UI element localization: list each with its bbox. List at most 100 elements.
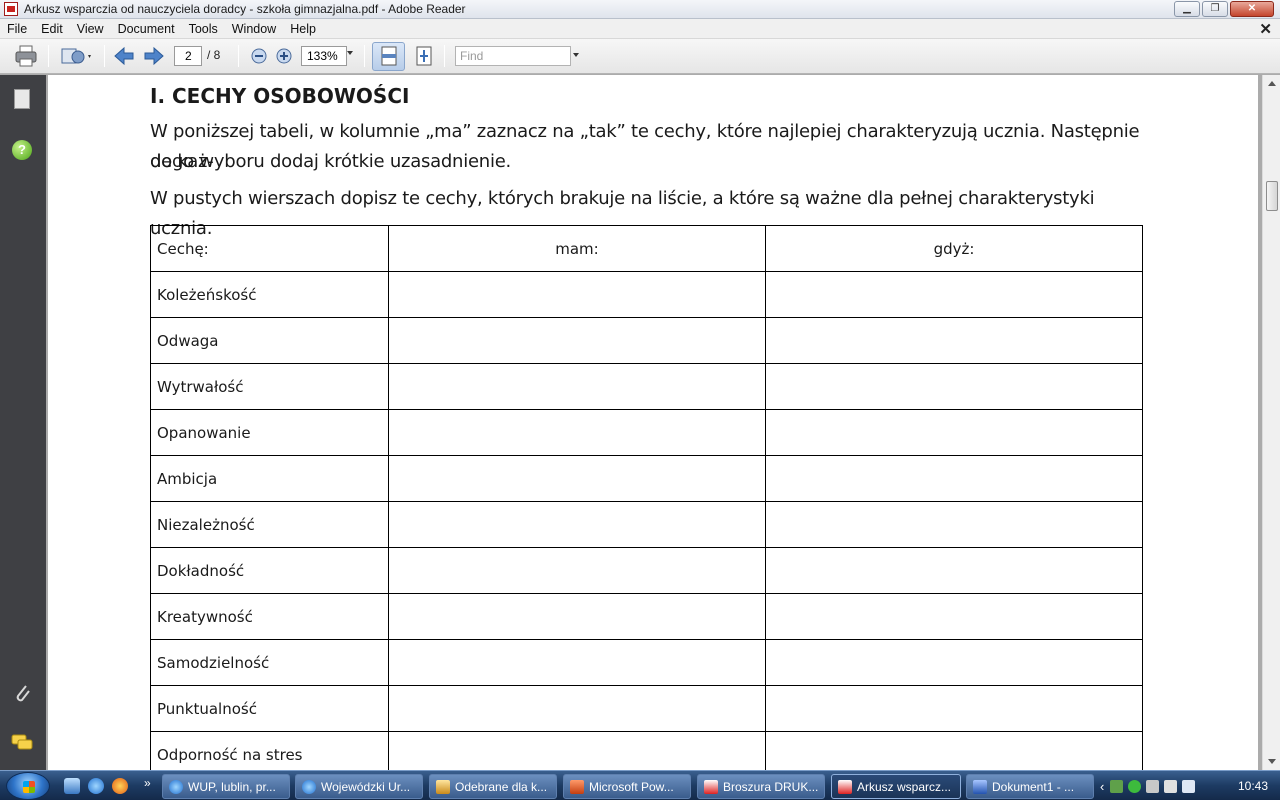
- table-row: Punktualność: [151, 686, 1143, 732]
- table-row: Koleżeńskość: [151, 272, 1143, 318]
- attachment-icon[interactable]: [10, 681, 34, 705]
- table-row: Samodzielność: [151, 640, 1143, 686]
- task-label: Wojewódzki Ur...: [321, 779, 411, 794]
- stamp-icon[interactable]: [56, 43, 96, 69]
- table-cell-have: [389, 410, 766, 455]
- scroll-thumb[interactable]: [1266, 181, 1278, 211]
- table-cell-trait: Wytrwałość: [151, 364, 389, 409]
- help-icon[interactable]: ?: [10, 138, 34, 162]
- security-tray-icon[interactable]: [1128, 780, 1142, 793]
- table-cell-have: [389, 502, 766, 547]
- task-label: Microsoft Pow...: [589, 779, 674, 794]
- toolbar-separator: [238, 45, 239, 67]
- vertical-scrollbar[interactable]: [1262, 75, 1280, 770]
- table-cell-because: [766, 686, 1143, 731]
- table-row: Niezależność: [151, 502, 1143, 548]
- tray-expand-icon[interactable]: ‹: [1100, 779, 1104, 794]
- volume-tray-icon[interactable]: [1182, 780, 1196, 793]
- pages-icon[interactable]: [10, 87, 34, 111]
- prev-page-icon[interactable]: [112, 43, 136, 69]
- table-row: Dokładność: [151, 548, 1143, 594]
- restore-button[interactable]: ❐: [1202, 1, 1228, 17]
- task-label: Dokument1 - ...: [992, 779, 1075, 794]
- table-cell-have: [389, 318, 766, 363]
- firefox-icon[interactable]: [112, 778, 128, 794]
- table-cell-trait: Ambicja: [151, 456, 389, 501]
- task-wup-lublin[interactable]: WUP, lublin, pr...: [162, 774, 290, 799]
- print-icon[interactable]: [12, 43, 40, 69]
- show-desktop-icon[interactable]: [64, 778, 80, 794]
- table-cell-have: [389, 594, 766, 639]
- table-cell-because: [766, 272, 1143, 317]
- menu-view[interactable]: View: [70, 22, 111, 36]
- traits-table: Cechę: mam: gdyż: Koleżeńskość Odwaga Wy…: [150, 225, 1143, 770]
- toolbar: 2 / 8 133% Find: [0, 39, 1280, 74]
- tray-icon[interactable]: [1146, 780, 1160, 793]
- close-document-icon[interactable]: ✕: [1259, 20, 1272, 38]
- table-cell-because: [766, 502, 1143, 547]
- instruction-paragraph-line-2: dego wyboru dodaj krótkie uzasadnienie.: [150, 151, 511, 172]
- network-tray-icon[interactable]: [1164, 780, 1178, 793]
- comments-icon[interactable]: [10, 731, 34, 755]
- zoom-dropdown-icon[interactable]: [347, 51, 353, 55]
- table-cell-trait: Niezależność: [151, 502, 389, 547]
- close-button[interactable]: ✕: [1230, 1, 1274, 17]
- task-broszura[interactable]: Broszura DRUK...: [697, 774, 825, 799]
- next-page-icon[interactable]: [142, 43, 166, 69]
- toolbar-separator: [48, 45, 49, 67]
- pdf-icon: [704, 779, 718, 794]
- menu-file[interactable]: File: [0, 22, 34, 36]
- adobe-reader-icon: [4, 2, 18, 16]
- table-cell-have: [389, 456, 766, 501]
- fit-page-icon[interactable]: [412, 43, 436, 69]
- table-header-have: mam:: [389, 226, 766, 271]
- menu-document[interactable]: Document: [111, 22, 182, 36]
- table-cell-because: [766, 640, 1143, 685]
- window-controls: ▁ ❐ ✕: [1174, 1, 1274, 17]
- table-cell-because: [766, 318, 1143, 363]
- table-header-row: Cechę: mam: gdyż:: [151, 226, 1143, 272]
- table-cell-trait: Dokładność: [151, 548, 389, 593]
- clock[interactable]: 10:43: [1238, 779, 1268, 793]
- table-cell-because: [766, 364, 1143, 409]
- navigation-panel: ?: [0, 75, 46, 770]
- menu-bar: File Edit View Document Tools Window Hel…: [0, 19, 1280, 39]
- start-button[interactable]: [6, 772, 50, 800]
- table-cell-because: [766, 594, 1143, 639]
- mail-tray-icon[interactable]: [1110, 780, 1124, 793]
- menu-help[interactable]: Help: [283, 22, 323, 36]
- table-cell-trait: Opanowanie: [151, 410, 389, 455]
- table-cell-trait: Kreatywność: [151, 594, 389, 639]
- task-wojewodzki[interactable]: Wojewódzki Ur...: [295, 774, 423, 799]
- menu-edit[interactable]: Edit: [34, 22, 70, 36]
- scroll-down-icon[interactable]: [1268, 759, 1276, 764]
- zoom-level-input[interactable]: 133%: [301, 46, 347, 66]
- pdf-icon: [838, 779, 852, 794]
- task-dokument1[interactable]: Dokument1 - ...: [966, 774, 1094, 799]
- task-arkusz-active[interactable]: Arkusz wsparcz...: [831, 774, 961, 799]
- task-label: Broszura DRUK...: [723, 779, 819, 794]
- scroll-up-icon[interactable]: [1268, 81, 1276, 86]
- internet-explorer-icon: [169, 779, 183, 794]
- windows-logo-icon: [23, 781, 35, 793]
- table-cell-have: [389, 364, 766, 409]
- taskbar: » WUP, lublin, pr... Wojewódzki Ur... Od…: [0, 770, 1280, 800]
- internet-explorer-icon[interactable]: [88, 778, 104, 794]
- minimize-button[interactable]: ▁: [1174, 1, 1200, 17]
- task-odebrane[interactable]: Odebrane dla k...: [429, 774, 557, 799]
- table-cell-have: [389, 640, 766, 685]
- task-powerpoint[interactable]: Microsoft Pow...: [563, 774, 691, 799]
- zoom-out-icon[interactable]: [248, 43, 270, 69]
- fit-width-icon[interactable]: [377, 43, 401, 69]
- page-number-input[interactable]: 2: [174, 46, 202, 66]
- zoom-in-icon[interactable]: [273, 43, 295, 69]
- find-input[interactable]: Find: [455, 46, 571, 66]
- menu-window[interactable]: Window: [225, 22, 283, 36]
- quicklaunch-overflow-icon[interactable]: »: [144, 776, 151, 790]
- table-cell-trait: Punktualność: [151, 686, 389, 731]
- title-bar: Arkusz wsparczia od nauczyciela doradcy …: [0, 0, 1280, 19]
- table-cell-trait: Odporność na stres: [151, 732, 389, 770]
- find-dropdown-icon[interactable]: [573, 53, 579, 57]
- menu-tools[interactable]: Tools: [182, 22, 225, 36]
- document-area: I. CECHY OSOBOWOŚCI W poniższej tabeli, …: [46, 75, 1262, 770]
